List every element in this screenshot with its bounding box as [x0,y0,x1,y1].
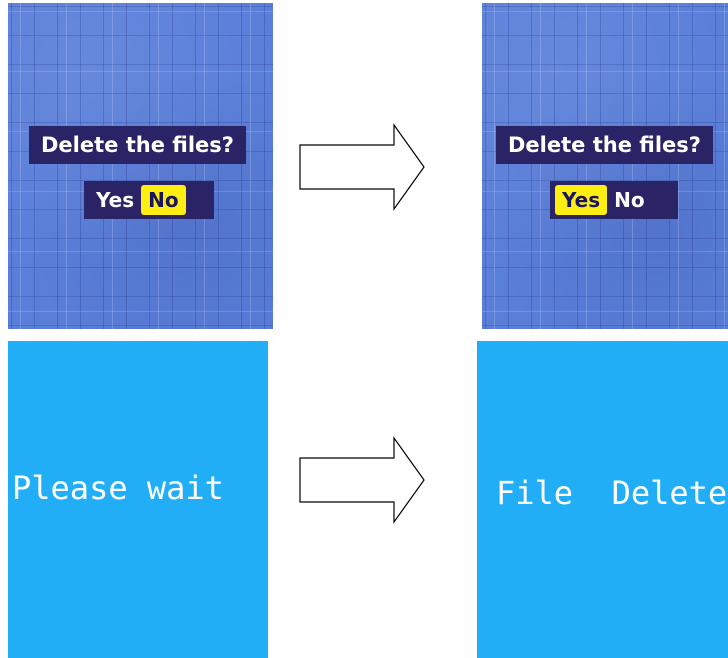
please-wait-screen: Please wait [8,341,268,658]
dialog-prompt: Delete the files? [29,126,246,164]
yes-button[interactable]: Yes [555,185,608,215]
status-message: File Deleted! [496,474,728,512]
status-message: Please wait [12,469,224,507]
no-button[interactable]: No [607,185,651,215]
dialog-choices: Yes No [550,181,678,219]
no-button[interactable]: No [141,185,186,215]
right-arrow-icon [299,123,425,211]
delete-confirm-screen-yes-selected: Delete the files? Yes No [482,3,728,329]
dialog-prompt: Delete the files? [496,126,713,164]
yes-button[interactable]: Yes [89,185,141,215]
right-arrow-icon [299,436,425,524]
file-deleted-screen: File Deleted! [477,341,728,658]
delete-confirm-screen-no-selected: Delete the files? Yes No [8,3,273,329]
dialog-choices: Yes No [84,181,214,219]
